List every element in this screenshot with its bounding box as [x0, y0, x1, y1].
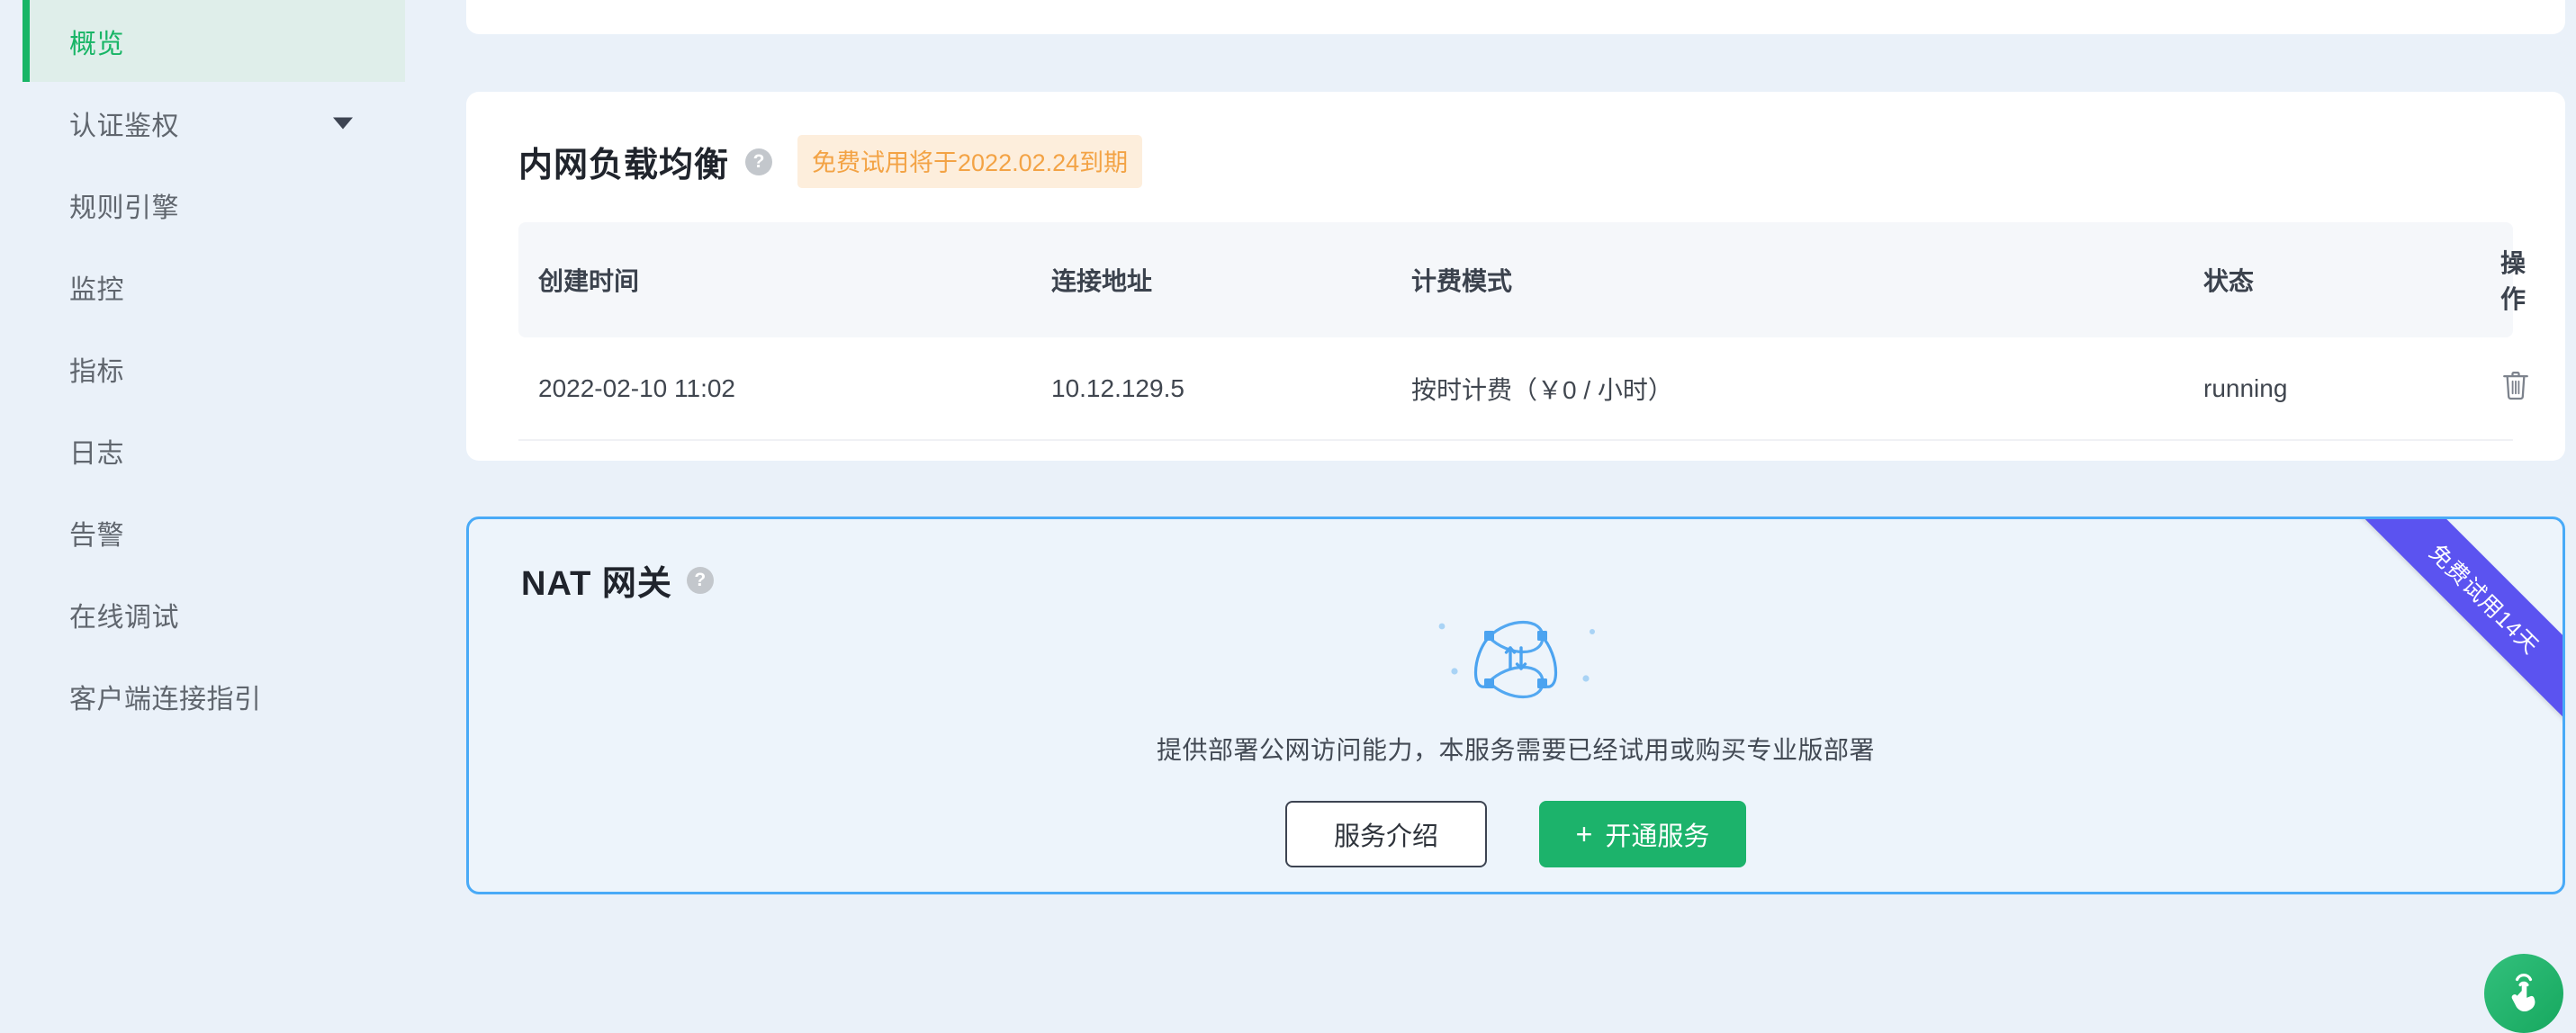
- nat-gateway-card: 免费试用14天 NAT 网关 ?: [466, 516, 2565, 894]
- sidebar-item-label: 监控: [69, 267, 124, 307]
- nat-description: 提供部署公网访问能力，本服务需要已经试用或购买专业版部署: [1157, 731, 1875, 767]
- card-header: 内网负载均衡 ? 免费试用将于2022.02.24到期: [518, 135, 2513, 188]
- status-badge-trial-expiry: 免费试用将于2022.02.24到期: [797, 135, 1142, 188]
- table-header: 创建时间 连接地址 计费模式 状态 操作: [518, 222, 2513, 337]
- nat-card-header: NAT 网关 ?: [521, 555, 2510, 605]
- nat-action-buttons: 服务介绍 + 开通服务: [1285, 801, 1746, 867]
- chevron-down-icon: [333, 117, 353, 129]
- table-row: 2022-02-10 11:02 10.12.129.5 按时计费（￥0 / 小…: [518, 337, 2513, 440]
- sidebar-item-label: 认证鉴权: [69, 103, 179, 143]
- nat-title: NAT 网关: [521, 555, 672, 605]
- table-body: 2022-02-10 11:02 10.12.129.5 按时计费（￥0 / 小…: [518, 337, 2513, 440]
- help-icon[interactable]: ?: [745, 148, 772, 175]
- app-root: 概览 认证鉴权 规则引擎 监控 指标 日志 告警 在线调试 客户端连接指引: [0, 0, 2576, 1020]
- sidebar-item-label: 客户端连接指引: [69, 677, 262, 716]
- internal-load-balancer-card: 内网负载均衡 ? 免费试用将于2022.02.24到期 创建时间 连接地址 计费: [466, 92, 2565, 461]
- cell-actions: [2481, 337, 2513, 440]
- service-intro-button[interactable]: 服务介绍: [1285, 801, 1487, 867]
- page-title: 内网负载均衡: [518, 137, 729, 186]
- sidebar-item-online-debug[interactable]: 在线调试: [23, 573, 405, 655]
- trash-icon[interactable]: [2500, 368, 2531, 402]
- sidebar-item-monitor[interactable]: 监控: [23, 246, 405, 328]
- column-header-status: 状态: [2184, 222, 2481, 337]
- help-icon[interactable]: ?: [687, 567, 714, 594]
- main-content: 内网负载均衡 ? 免费试用将于2022.02.24到期 创建时间 连接地址 计费: [405, 0, 2576, 1020]
- load-balancer-table: 创建时间 连接地址 计费模式 状态 操作 2022-02-10 11:02 10…: [518, 222, 2513, 441]
- sidebar-item-alarms[interactable]: 告警: [23, 491, 405, 573]
- sidebar-item-label: 指标: [69, 349, 124, 389]
- sidebar-item-auth[interactable]: 认证鉴权: [23, 82, 405, 164]
- sidebar-item-label: 告警: [69, 513, 124, 552]
- tap-hand-icon: [2500, 970, 2547, 1017]
- table-header-row: 创建时间 连接地址 计费模式 状态 操作: [518, 222, 2513, 337]
- sidebar: 概览 认证鉴权 规则引擎 监控 指标 日志 告警 在线调试 客户端连接指引: [0, 0, 405, 1020]
- cell-status: running: [2184, 337, 2481, 440]
- enable-service-button[interactable]: + 开通服务: [1539, 801, 1746, 867]
- nat-network-icon: [1408, 601, 1624, 718]
- column-header-created-at: 创建时间: [518, 222, 1031, 337]
- enable-service-label: 开通服务: [1605, 815, 1709, 853]
- floating-help-button[interactable]: [2484, 954, 2563, 1033]
- sidebar-item-rule-engine[interactable]: 规则引擎: [23, 164, 405, 246]
- sidebar-item-logs[interactable]: 日志: [23, 409, 405, 491]
- sidebar-item-label: 在线调试: [69, 595, 179, 634]
- sidebar-item-overview[interactable]: 概览: [23, 0, 405, 82]
- cell-address: 10.12.129.5: [1031, 337, 1392, 440]
- sidebar-item-label: 规则引擎: [69, 185, 179, 225]
- sidebar-item-metrics[interactable]: 指标: [23, 328, 405, 409]
- sidebar-item-label: 日志: [69, 431, 124, 471]
- nat-empty-state: 提供部署公网访问能力，本服务需要已经试用或购买专业版部署 服务介绍 + 开通服务: [521, 601, 2510, 867]
- sidebar-item-client-guide[interactable]: 客户端连接指引: [23, 655, 405, 737]
- column-header-billing-mode: 计费模式: [1392, 222, 2184, 337]
- card-above-scrolled-off: [466, 0, 2565, 34]
- column-header-address: 连接地址: [1031, 222, 1392, 337]
- sidebar-item-label: 概览: [69, 22, 124, 61]
- column-header-actions: 操作: [2481, 222, 2513, 337]
- cell-created-at: 2022-02-10 11:02: [518, 337, 1031, 440]
- plus-icon: +: [1576, 820, 1593, 849]
- cell-billing-mode: 按时计费（￥0 / 小时）: [1392, 337, 2184, 440]
